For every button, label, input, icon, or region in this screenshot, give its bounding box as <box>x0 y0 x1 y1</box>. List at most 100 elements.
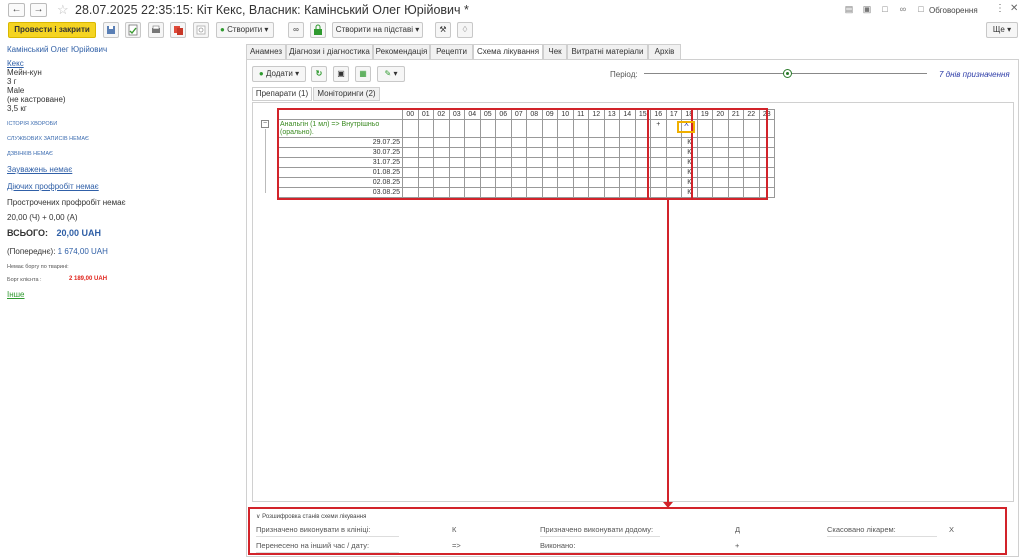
back-arrow-icon[interactable]: ← <box>8 3 25 17</box>
total-label: ВСЬОГО: <box>7 228 48 238</box>
refresh-button[interactable]: ↻ <box>311 66 327 82</box>
print-scheme-button[interactable]: ▣ <box>333 66 349 82</box>
other-link[interactable]: Інше <box>7 290 25 299</box>
main-toolbar: Провести і закрити ● Створити ▾ ∞ Створи… <box>0 22 1024 40</box>
edit-dropdown-button[interactable]: ✎ ▾ <box>377 66 405 82</box>
legend-item-code: К <box>452 525 457 534</box>
printer-icon: ▣ <box>337 69 345 78</box>
tab-archive[interactable]: Архів <box>648 44 681 59</box>
remarks-link[interactable]: Зауважень немає <box>7 165 72 174</box>
overdue-prophylaxis: Прострочених профробіт немає <box>7 198 126 207</box>
annotation-arrow-line <box>667 198 669 504</box>
close-icon[interactable]: ✕ <box>1010 3 1018 14</box>
preview-icon[interactable]: □ <box>880 4 890 14</box>
active-prophylaxis-link[interactable]: Діючих профробіт немає <box>7 182 99 191</box>
link-icon[interactable]: ∞ <box>898 4 908 14</box>
chat-icon[interactable]: □ <box>916 4 926 14</box>
tab-treatment-scheme[interactable]: Схема лікування <box>473 44 543 60</box>
legend-divider <box>256 536 399 537</box>
legend-title: Розшифровка станів схеми лікування <box>262 514 367 520</box>
star-icon[interactable]: ☆ <box>57 2 69 18</box>
chevron-down-icon: ▾ <box>295 69 300 78</box>
add-circle-icon: ● <box>258 69 264 78</box>
print-icon[interactable]: ▣ <box>862 4 872 14</box>
no-pet-debt: Немає боргу по тварині: <box>7 264 69 270</box>
owner-name[interactable]: Камінський Олег Юрійович <box>7 45 107 54</box>
pet-age: 3 г <box>7 77 17 86</box>
tab-diagnoses[interactable]: Діагнози і діагностика <box>286 44 373 59</box>
create-label: Створити <box>227 25 263 34</box>
refresh-icon: ↻ <box>315 69 323 78</box>
sum-line: 20,00 (Ч) + 0,00 (А) <box>7 213 78 222</box>
print-button[interactable] <box>148 22 164 38</box>
more-dropdown-button[interactable]: Ще ▾ <box>986 22 1018 38</box>
pet-weight: 3,5 кг <box>7 104 27 113</box>
tab-recommendation[interactable]: Рекомендація <box>373 44 430 59</box>
period-slider-knob[interactable] <box>783 69 792 78</box>
export-button[interactable]: ▦ <box>355 66 371 82</box>
legend-item-label: Виконано: <box>540 541 576 550</box>
bell-icon: ♢ <box>461 25 469 34</box>
subtab-drugs[interactable]: Препарати (1) <box>252 87 312 101</box>
legend-item-label: Скасовано лікарем: <box>827 525 896 534</box>
pet-sex: Male <box>7 86 25 95</box>
calls-link[interactable]: ДЗВІНКІВ НЕМАЄ <box>7 150 53 159</box>
chevron-down-icon: ▾ <box>1007 25 1012 34</box>
chevron-down-icon: ▾ <box>415 25 420 34</box>
create-based-label: Створити на підставі <box>335 25 413 34</box>
legend-header[interactable]: ∨ Розшифровка станів схеми лікування <box>256 513 366 520</box>
add-circle-icon: ● <box>220 25 225 34</box>
client-debt-label: Борг клієнта : <box>7 277 42 283</box>
create-dropdown-button[interactable]: ● Створити ▾ <box>216 22 274 38</box>
save-button[interactable] <box>103 22 119 38</box>
medical-history-link[interactable]: ІСТОРІЯ ХВОРОБИ <box>7 120 57 129</box>
document-check-icon <box>128 24 138 36</box>
subtab-monitoring[interactable]: Моніторинги (2) <box>313 87 380 101</box>
link-button[interactable]: ∞ <box>288 22 304 38</box>
attachment-icon <box>196 25 206 35</box>
discuss-button[interactable]: Обговорення <box>929 6 978 15</box>
chevron-down-icon: ∨ <box>256 514 261 520</box>
legend-item-code: + <box>735 541 740 550</box>
tab-consumables[interactable]: Витратні матеріали <box>567 44 648 59</box>
lock-button[interactable] <box>310 22 326 38</box>
period-label: Період: <box>610 70 638 79</box>
status-legend: ∨ Розшифровка станів схеми лікування При… <box>248 507 1007 555</box>
pet-breed: Мейн-кун <box>7 68 42 77</box>
forward-arrow-icon[interactable]: → <box>30 3 47 17</box>
add-dropdown-button[interactable]: ● Додати ▾ <box>252 66 306 82</box>
treatment-scheme-panel: ● Додати ▾ ↻ ▣ ▦ ✎ ▾ Період: 7 днів приз… <box>246 59 1019 557</box>
spreadsheet-icon: ▦ <box>359 69 367 78</box>
printer-icon <box>152 25 160 33</box>
notification-button[interactable]: ♢ <box>457 22 473 38</box>
chevron-down-icon: ▾ <box>393 69 398 78</box>
copy-button[interactable] <box>170 22 186 38</box>
more-menu-icon[interactable]: ⋮ <box>995 3 1005 14</box>
legend-item-label: Призначено виконувати додому: <box>540 525 654 534</box>
tab-prescriptions[interactable]: Рецепти <box>430 44 473 59</box>
tree-line <box>265 129 266 193</box>
more-label: Ще <box>992 25 1005 34</box>
legend-divider <box>540 552 660 553</box>
attachment-button[interactable] <box>193 22 209 38</box>
previous-label: (Попереднє): <box>7 247 56 256</box>
save-icon[interactable]: ▤ <box>844 4 854 14</box>
service-records-link[interactable]: СЛУЖБОВИХ ЗАПИСІВ НЕМАЄ <box>7 135 89 144</box>
create-based-on-button[interactable]: Створити на підставі ▾ <box>332 22 423 38</box>
window-title: 28.07.2025 22:35:15: Кіт Кекс, Власник: … <box>75 3 469 17</box>
collapse-toggle-icon[interactable]: − <box>261 120 269 128</box>
add-label: Додати <box>265 69 293 78</box>
post-button[interactable] <box>125 22 141 38</box>
legend-item-code: Х <box>949 525 955 534</box>
floppy-icon <box>107 26 115 34</box>
post-and-close-button[interactable]: Провести і закрити <box>8 22 96 38</box>
pet-neutered: (не кастроване) <box>7 95 66 104</box>
tools-button[interactable]: ⚒ <box>435 22 451 38</box>
tab-check[interactable]: Чек <box>543 44 567 59</box>
legend-item-label: Перенесено на інший час / дату: <box>256 541 370 550</box>
pet-name-link[interactable]: Кекс <box>7 59 24 68</box>
previous-value: 1 674,00 UAH <box>57 247 108 256</box>
tab-anamnesis[interactable]: Анамнез <box>246 44 286 59</box>
tools-icon: ⚒ <box>439 25 447 34</box>
legend-item-code: Д <box>735 525 741 534</box>
